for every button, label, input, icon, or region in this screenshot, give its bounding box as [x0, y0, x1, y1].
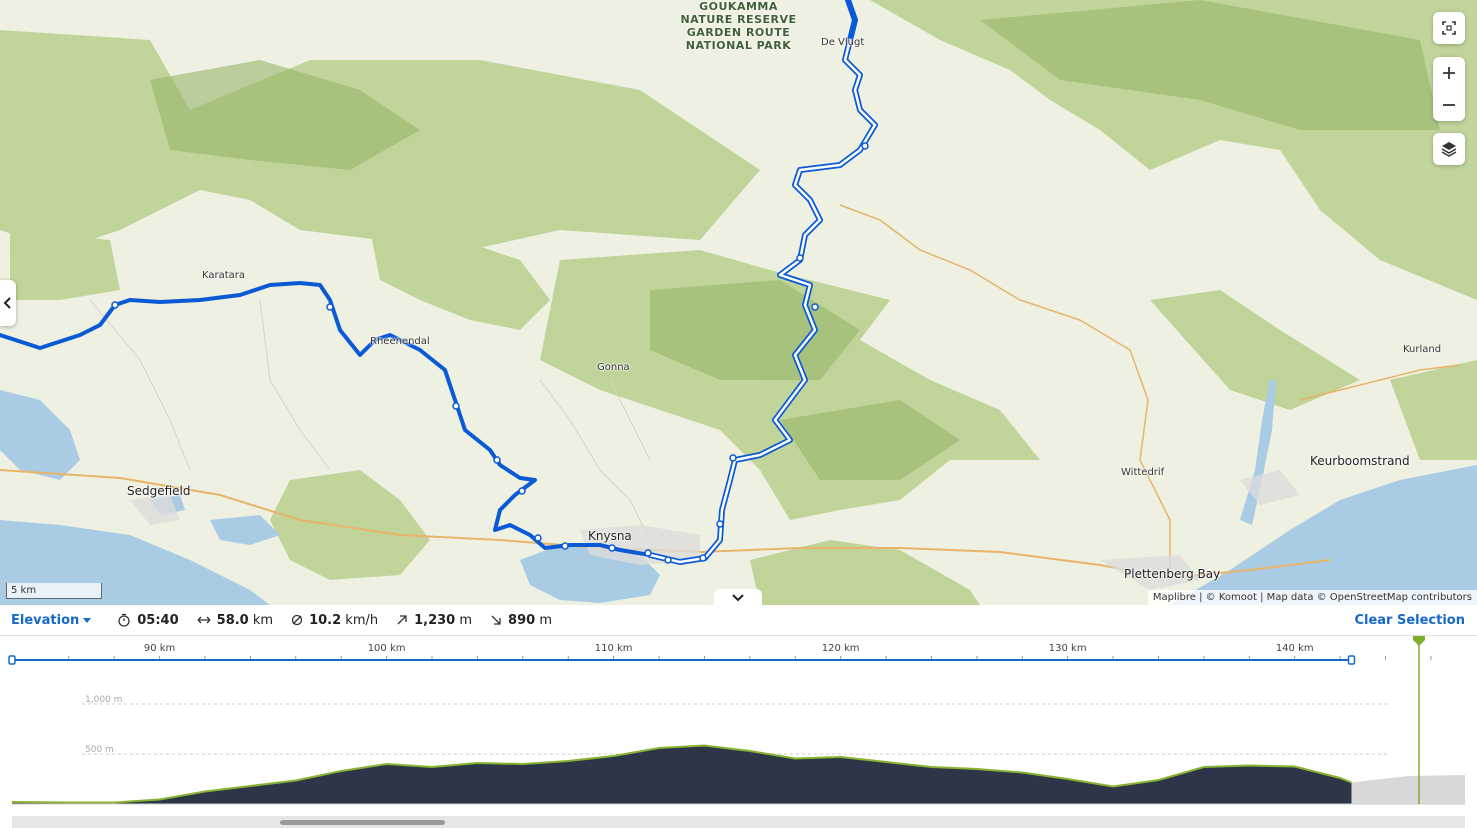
zoom-control [1433, 57, 1465, 121]
layers-button[interactable] [1433, 133, 1465, 165]
distance-unit: km [252, 612, 274, 628]
elevation-dropdown[interactable]: Elevation [11, 612, 92, 628]
duration-stat: 05:40 [117, 612, 179, 628]
place-label-sedgefield: Sedgefield [127, 484, 191, 498]
elevation-chart[interactable]: 90 km 100 km 110 km 120 km 130 km 140 km 500 … [0, 636, 1477, 816]
stopwatch-icon [118, 613, 130, 627]
x-axis-ticks: 90 km 100 km 110 km 120 km 130 km 140 km [68, 643, 1432, 660]
y-tick-label: 500 m [85, 745, 114, 755]
x-tick-label: 100 km [368, 643, 406, 654]
place-label-wittedrif: Wittedrif [1121, 467, 1165, 478]
duration-value: 05:40 [137, 612, 179, 628]
speed-unit: km/h [345, 612, 379, 628]
average-speed-icon [291, 614, 303, 626]
descent-stat: 890 m [490, 613, 552, 628]
position-marker-pin [1413, 636, 1425, 646]
layers-icon [1441, 142, 1457, 157]
speed-value: 10.2 [309, 612, 342, 628]
x-tick-label: 90 km [144, 643, 175, 654]
caret-down-icon [83, 617, 92, 623]
chart-scrollbar[interactable] [12, 816, 1465, 828]
place-label-de-vlugt: De Vlugt [821, 37, 865, 48]
descent-unit: m [539, 612, 552, 628]
selection-end-handle [1347, 655, 1356, 665]
scale-bar: 5 km [6, 583, 102, 599]
fullscreen-icon [1442, 21, 1456, 35]
place-label-kurland: Kurland [1403, 344, 1442, 355]
descent-arrow-icon [491, 615, 501, 625]
place-label-karatara: Karatara [202, 270, 246, 281]
distance-value: 58.0 [216, 612, 249, 628]
y-axis-gridlines: 500 m 1,000 m [82, 695, 1390, 755]
y-tick-label: 1,000 m [85, 695, 122, 705]
unselected-elevation-area [1351, 775, 1465, 804]
place-label-knysna: Knysna [588, 529, 632, 543]
collapse-panel-button[interactable] [714, 589, 762, 605]
map-canvas[interactable] [0, 0, 1477, 605]
ascent-stat: 1,230 m [396, 613, 472, 628]
layers-control [1433, 133, 1465, 165]
x-tick-label: 140 km [1276, 643, 1314, 654]
x-tick-label: 120 km [822, 643, 860, 654]
elevation-panel: Elevation 05:40 58.0 km 10.2 km/h 1,230 … [0, 605, 1477, 828]
x-tick-label: 110 km [595, 643, 633, 654]
tour-stats-bar: Elevation 05:40 58.0 km 10.2 km/h 1,230 … [0, 605, 1477, 636]
fullscreen-control [1433, 12, 1465, 44]
map-view[interactable]: De Vlugt Karatara Rheenendal Gonna Sedge… [0, 0, 1477, 605]
selection-start-handle [8, 655, 16, 665]
chevron-down-icon [732, 594, 744, 602]
descent-value: 890 [508, 612, 536, 628]
distance-arrows-icon [197, 616, 211, 624]
place-label-gonna: Gonna [597, 362, 630, 373]
place-label-rheenendal: Rheenendal [370, 336, 430, 347]
zoom-out-icon [1443, 104, 1455, 106]
chart-scrollbar-thumb[interactable] [280, 820, 445, 825]
ascent-unit: m [459, 612, 473, 628]
sidebar-toggle-button[interactable] [0, 280, 16, 326]
speed-stat: 10.2 km/h [291, 613, 378, 628]
fullscreen-button[interactable] [1433, 12, 1465, 44]
chevron-left-icon [3, 297, 11, 309]
map-attribution[interactable]: Maplibre | © Komoot | Map data © OpenStr… [1147, 590, 1477, 605]
zoom-in-button[interactable] [1433, 57, 1465, 89]
clear-selection-button[interactable]: Clear Selection [1354, 613, 1465, 628]
ascent-value: 1,230 [414, 612, 456, 628]
place-label-plettenberg-bay: Plettenberg Bay [1124, 567, 1221, 581]
zoom-out-button[interactable] [1433, 89, 1465, 121]
place-label-keurboomstrand: Keurboomstrand [1310, 454, 1410, 468]
x-tick-label: 130 km [1049, 643, 1087, 654]
ascent-arrow-icon [397, 615, 407, 625]
elevation-dropdown-label: Elevation [11, 612, 80, 628]
distance-stat: 58.0 km [197, 613, 273, 628]
zoom-in-icon [1443, 67, 1455, 79]
